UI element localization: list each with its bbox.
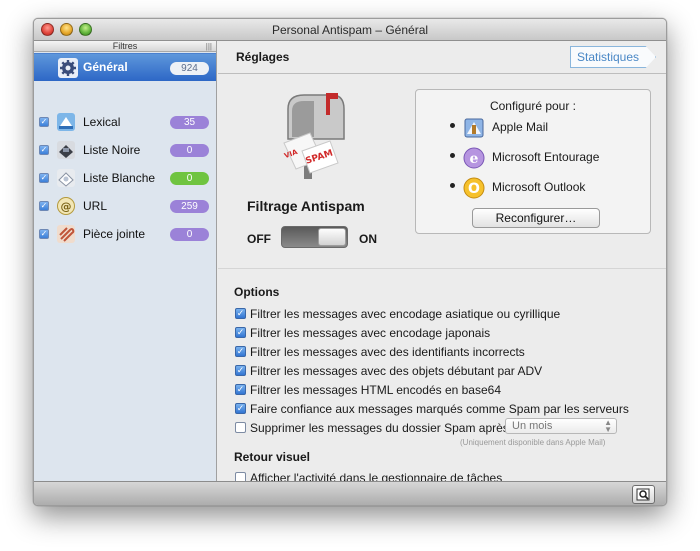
- gear-icon: [58, 58, 78, 78]
- header-divider: [218, 73, 666, 74]
- option-label: Filtrer les messages HTML encodés en bas…: [250, 383, 502, 397]
- preview-button[interactable]: [632, 485, 655, 504]
- checkbox[interactable]: ✓: [235, 346, 246, 357]
- bullet: [450, 123, 455, 128]
- main-panel: Réglages Statistiques SPAM VIA Filtrage …: [218, 41, 666, 485]
- option-label: Filtrer les messages avec des objets déb…: [250, 364, 543, 378]
- blacklist-icon: [57, 141, 75, 159]
- antispam-filter-title: Filtrage Antispam: [247, 198, 365, 214]
- delete-delay-select[interactable]: Un mois ▲ ▼: [505, 418, 617, 434]
- antispam-toggle[interactable]: [281, 226, 348, 248]
- option-label: Filtrer les messages avec encodage japon…: [250, 326, 491, 340]
- option-label: Filtrer les messages avec encodage asiat…: [250, 307, 561, 321]
- sidebar-header-label: Filtres: [112, 41, 138, 51]
- page-title: Réglages: [236, 50, 290, 64]
- magnifier-icon: [636, 488, 650, 501]
- filter-checkbox[interactable]: ✓: [39, 201, 49, 211]
- mailbox-icon: SPAM VIA: [283, 93, 345, 179]
- sidebar-header: Filtres |||: [34, 41, 216, 52]
- sidebar-item-piece-jointe[interactable]: ✓ Pièce jointe 0: [34, 223, 216, 245]
- checkbox[interactable]: ✓: [235, 384, 246, 395]
- sidebar-item-liste-noire[interactable]: ✓ Liste Noire 0: [34, 139, 216, 161]
- sidebar-item-label: Lexical: [83, 115, 121, 129]
- bullet: [450, 183, 455, 188]
- sidebar-item-label: Général: [83, 60, 128, 74]
- filter-checkbox[interactable]: ✓: [39, 117, 49, 127]
- select-arrows-icon: ▲ ▼: [604, 418, 612, 434]
- status-bar: [34, 481, 666, 505]
- whitelist-icon: [57, 169, 75, 187]
- count-badge: 0: [170, 228, 209, 241]
- lexical-icon: [57, 113, 75, 131]
- option-label: Filtrer les messages avec des identifian…: [250, 345, 525, 359]
- option-label: Supprimer les messages du dossier Spam a…: [250, 421, 509, 435]
- column-resize-handle[interactable]: |||: [206, 42, 212, 52]
- filter-checkbox[interactable]: ✓: [39, 229, 49, 239]
- apple-mail-icon: [464, 118, 484, 138]
- sidebar-item-label: URL: [83, 199, 108, 213]
- count-badge: 0: [170, 144, 209, 157]
- url-icon: @: [57, 197, 75, 215]
- sidebar-item-label: Pièce jointe: [83, 227, 146, 241]
- toggle-on-label: ON: [359, 232, 377, 246]
- select-value: Un mois: [512, 420, 553, 432]
- svg-text:O: O: [468, 181, 480, 197]
- count-badge: 259: [170, 200, 209, 213]
- svg-text:e: e: [470, 151, 479, 167]
- count-badge: 924: [170, 62, 209, 75]
- title-bar: Personal Antispam – Général: [34, 19, 666, 41]
- sidebar-item-label: Liste Blanche: [83, 171, 156, 185]
- toggle-knob[interactable]: [318, 228, 346, 246]
- configured-clients-box: Configuré pour : Apple Mail e Microsoft …: [415, 89, 651, 234]
- bullet: [450, 153, 455, 158]
- filter-checkbox[interactable]: ✓: [39, 173, 49, 183]
- window-title: Personal Antispam – Général: [271, 23, 429, 37]
- entourage-icon: e: [463, 147, 485, 169]
- option-label: Faire confiance aux messages marqués com…: [250, 402, 629, 416]
- count-badge: 35: [170, 116, 209, 129]
- count-badge: 0: [170, 172, 209, 185]
- client-label: Microsoft Outlook: [492, 180, 586, 194]
- attachment-icon: [57, 225, 75, 243]
- toggle-off-label: OFF: [247, 232, 271, 246]
- checkbox[interactable]: ✓: [235, 327, 246, 338]
- outlook-icon: O: [463, 177, 485, 199]
- svg-text:@: @: [61, 200, 72, 213]
- app-window: Personal Antispam – Général Filtres ||| …: [33, 18, 667, 506]
- sidebar-item-liste-blanche[interactable]: ✓ Liste Blanche 0: [34, 167, 216, 189]
- checkbox[interactable]: ✓: [235, 308, 246, 319]
- options-title: Options: [234, 285, 280, 299]
- checkbox[interactable]: ✓: [235, 365, 246, 376]
- sidebar-item-general[interactable]: Général 924: [34, 53, 216, 81]
- apple-mail-only-note: (Uniquement disponible dans Apple Mail): [460, 438, 606, 447]
- client-label: Apple Mail: [492, 120, 549, 134]
- checkbox[interactable]: [235, 422, 246, 433]
- filter-checkbox[interactable]: ✓: [39, 145, 49, 155]
- sidebar-item-lexical[interactable]: ✓ Lexical 35: [34, 111, 216, 133]
- reconfigure-button[interactable]: Reconfigurer…: [472, 208, 600, 228]
- configured-title: Configuré pour :: [489, 99, 577, 113]
- sidebar-item-url[interactable]: ✓ @ URL 259: [34, 195, 216, 217]
- filters-sidebar: Filtres ||| Général 924 ✓ Lexical 35 ✓ L…: [34, 41, 217, 481]
- checkbox[interactable]: ✓: [235, 403, 246, 414]
- statistics-button[interactable]: Statistiques: [570, 46, 656, 68]
- client-label: Microsoft Entourage: [492, 150, 600, 164]
- section-divider: [218, 268, 666, 269]
- sidebar-item-label: Liste Noire: [83, 143, 141, 157]
- visual-feedback-title: Retour visuel: [234, 450, 311, 464]
